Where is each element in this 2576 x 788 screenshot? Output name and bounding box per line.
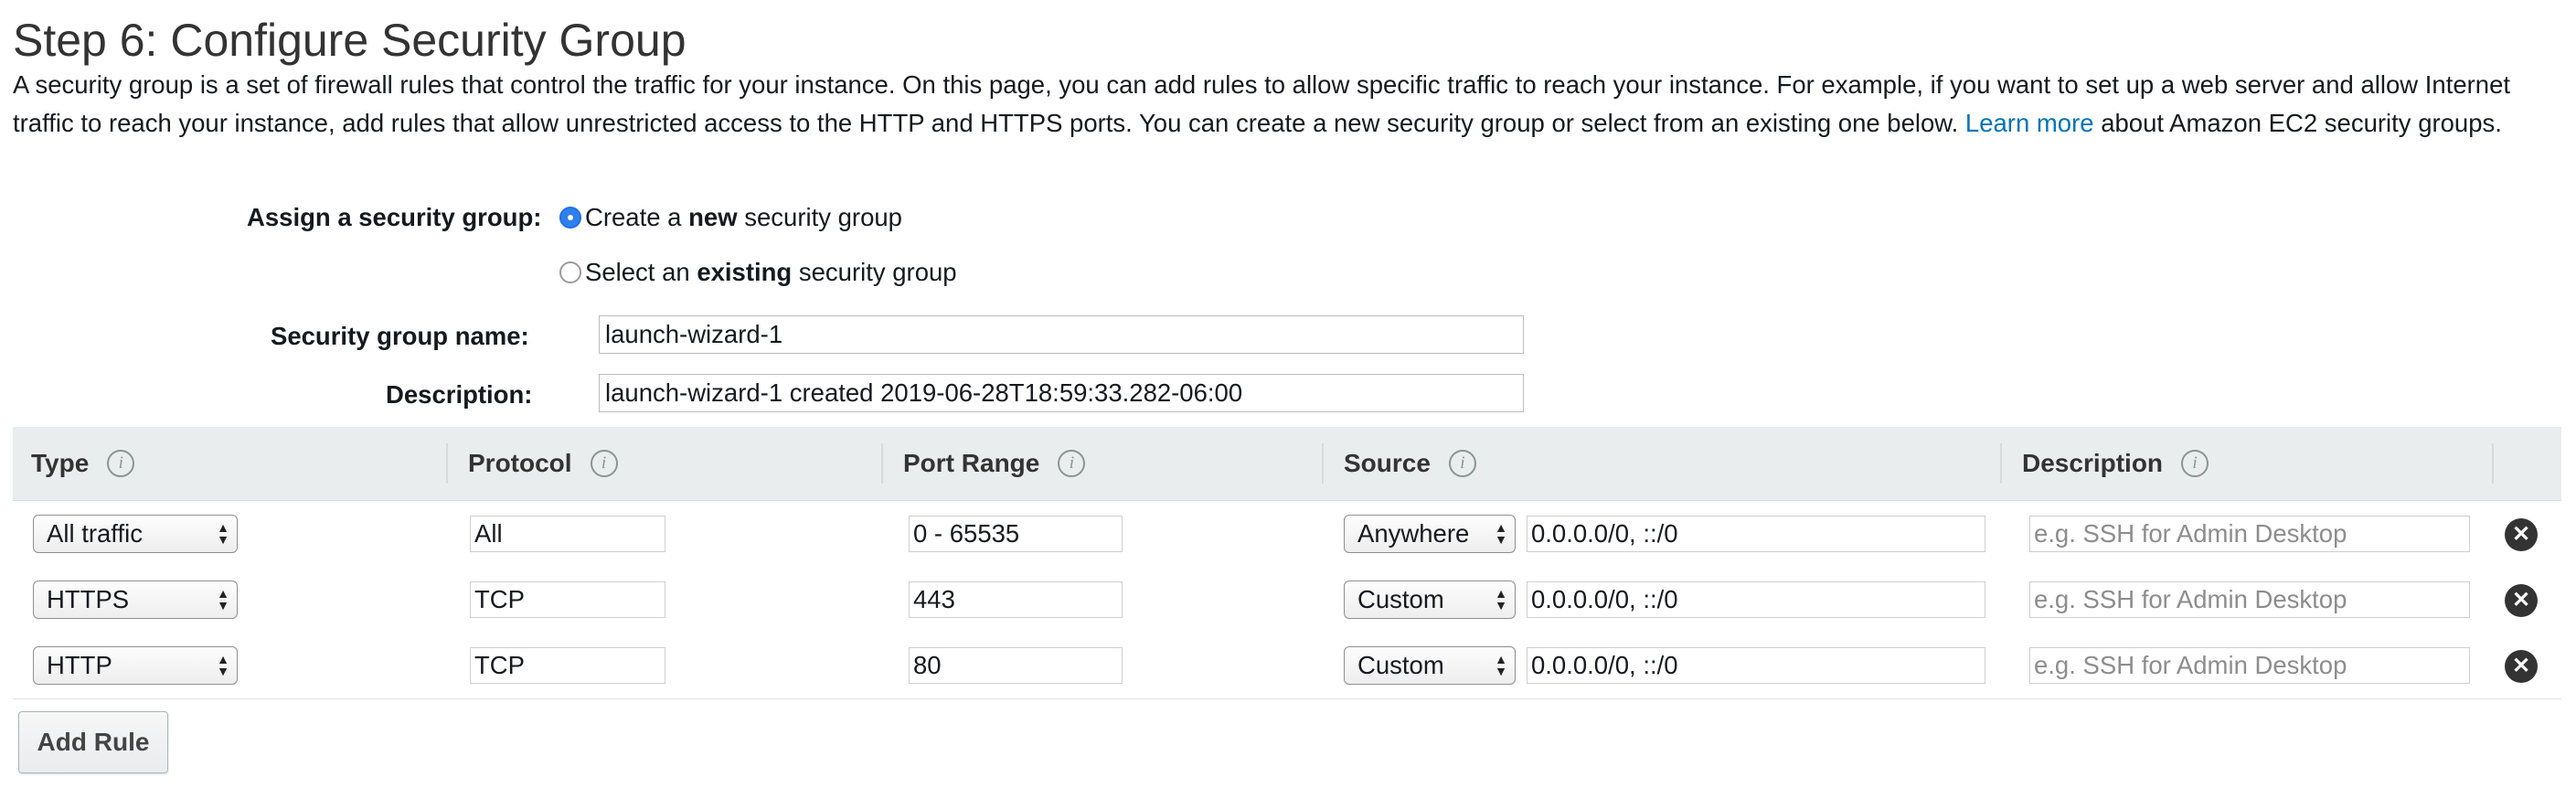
rule-description-input[interactable]: e.g. SSH for Admin Desktop [2029,516,2470,552]
select-arrows-icon: ▲ ▼ [217,652,229,678]
remove-rule-icon[interactable]: ✕ [2505,518,2538,551]
column-divider [881,443,883,484]
protocol-field: TCP [470,647,665,684]
header-protocol: Protocol i [468,427,618,500]
header-type: Type i [31,427,135,500]
radio-button[interactable] [559,261,581,283]
type-select[interactable]: All traffic ▲ ▼ [33,515,238,553]
column-divider [2000,443,2002,484]
radio-create-new-label: Create a new security group [585,203,902,231]
info-icon[interactable]: i [107,450,135,477]
source-select[interactable]: Anywhere ▲ ▼ [1344,515,1516,553]
rule-description-input[interactable]: e.g. SSH for Admin Desktop [2029,581,2470,618]
port-range-field[interactable]: 0 - 65535 [909,516,1123,552]
learn-more-link[interactable]: Learn more [1965,109,2094,137]
table-row: HTTPS ▲ ▼ TCP 443 Custom ▲ ▼ 0.0.0.0/0, ::/0… [13,567,2561,634]
group-name-label: Security group name: [271,322,529,350]
info-icon[interactable]: i [1448,450,1476,477]
header-source: Source i [1344,427,1476,500]
radio-create-new[interactable]: Create a new security group [559,203,902,232]
assign-group-label: Assign a security group: [247,203,542,231]
protocol-field: All [470,516,665,552]
select-arrows-icon: ▲ ▼ [217,586,229,612]
select-arrows-icon: ▲ ▼ [217,520,229,547]
port-range-field[interactable]: 80 [909,647,1123,684]
description-label: Description: [386,380,533,409]
info-icon[interactable]: i [1058,450,1086,477]
type-select[interactable]: HTTPS ▲ ▼ [33,580,238,619]
configure-security-group-page: Step 6: Configure Security Group A secur… [0,0,2576,788]
intro-paragraph: A security group is a set of firewall ru… [13,66,2536,143]
protocol-field: TCP [470,581,665,618]
intro-text-end: about Amazon EC2 security groups. [2093,109,2502,137]
port-range-field[interactable]: 443 [909,581,1123,618]
header-port-range: Port Range i [903,427,1086,500]
select-arrows-icon: ▲ ▼ [1495,652,1507,678]
table-row: All traffic ▲ ▼ All 0 - 65535 Anywhere ▲ ▼ 0… [13,501,2561,568]
column-divider [2492,443,2494,484]
source-cidr-input[interactable]: 0.0.0.0/0, ::/0 [1527,581,1985,618]
column-divider [446,443,448,484]
table-row: HTTP ▲ ▼ TCP 80 Custom ▲ ▼ 0.0.0.0/0, ::/0 e… [13,633,2561,699]
group-name-input[interactable]: launch-wizard-1 [599,315,1524,354]
remove-rule-icon[interactable]: ✕ [2505,650,2538,683]
source-select[interactable]: Custom ▲ ▼ [1344,646,1516,685]
rule-description-input[interactable]: e.g. SSH for Admin Desktop [2029,647,2470,684]
add-rule-button[interactable]: Add Rule [18,711,168,773]
page-title: Step 6: Configure Security Group [13,15,687,66]
source-cidr-input[interactable]: 0.0.0.0/0, ::/0 [1527,647,1985,684]
rules-table-header: Type i Protocol i Port Range i Source i Desc… [13,427,2561,501]
type-select[interactable]: HTTP ▲ ▼ [33,646,238,685]
radio-button-selected[interactable] [559,207,581,229]
column-divider [1322,443,1324,484]
select-arrows-icon: ▲ ▼ [1495,586,1507,612]
source-select[interactable]: Custom ▲ ▼ [1344,580,1516,619]
select-arrows-icon: ▲ ▼ [1495,520,1507,547]
remove-rule-icon[interactable]: ✕ [2505,584,2538,617]
info-icon[interactable]: i [590,450,618,477]
header-description: Description i [2022,427,2209,500]
radio-select-existing-label: Select an existing security group [585,258,957,286]
radio-select-existing[interactable]: Select an existing security group [559,258,957,287]
source-cidr-input[interactable]: 0.0.0.0/0, ::/0 [1527,516,1985,552]
info-icon[interactable]: i [2181,450,2209,477]
description-input[interactable]: launch-wizard-1 created 2019-06-28T18:59… [599,374,1524,412]
